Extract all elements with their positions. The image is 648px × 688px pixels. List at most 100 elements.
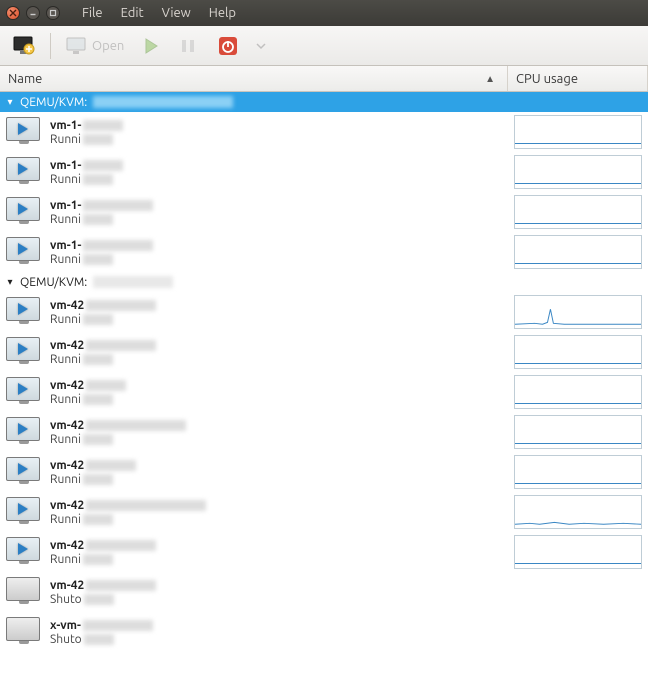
vm-row[interactable]: vm-42 Runni — [0, 372, 648, 412]
vm-name: vm-42 — [50, 339, 84, 352]
cpu-sparkline — [514, 375, 642, 409]
vm-status-icon — [6, 617, 42, 647]
vm-row[interactable]: vm-42 Runni — [0, 452, 648, 492]
vm-row[interactable]: x-vm- Shuto — [0, 612, 648, 652]
expander-icon[interactable]: ▾ — [4, 96, 16, 108]
redacted-text — [83, 174, 113, 185]
vm-tree[interactable]: ▾ QEMU/KVM: vm-1- Runni — [0, 92, 648, 688]
connection-row[interactable]: ▾ QEMU/KVM: — [0, 272, 648, 292]
menu-file[interactable]: File — [74, 4, 111, 22]
vm-row[interactable]: vm-42 Runni — [0, 532, 648, 572]
column-header-name[interactable]: Name ▲ — [0, 66, 508, 91]
close-window-button[interactable] — [6, 6, 20, 20]
minimize-window-button[interactable] — [26, 6, 40, 20]
vm-state: Runni — [50, 473, 81, 486]
window-buttons — [6, 6, 60, 20]
vm-row[interactable]: vm-42 Runni — [0, 492, 648, 532]
vm-status-icon — [6, 337, 42, 367]
open-button[interactable]: Open — [59, 31, 131, 61]
play-icon — [142, 37, 160, 55]
redacted-text — [83, 620, 153, 631]
vm-state: Runni — [50, 553, 81, 566]
redacted-text — [83, 160, 123, 171]
redacted-text — [86, 420, 186, 431]
cpu-sparkline — [514, 295, 642, 329]
pause-button[interactable] — [173, 31, 207, 61]
redacted-text — [83, 434, 113, 445]
expander-icon[interactable]: ▾ — [4, 276, 16, 288]
cpu-sparkline — [514, 335, 642, 369]
redacted-text — [83, 254, 113, 265]
menu-view[interactable]: View — [154, 4, 199, 22]
vm-row[interactable]: vm-42 Shuto — [0, 572, 648, 612]
column-header-name-label: Name — [8, 72, 42, 86]
vm-row[interactable]: vm-1- Runni — [0, 232, 648, 272]
vm-name: vm-1- — [50, 199, 81, 212]
vm-state: Runni — [50, 173, 81, 186]
run-button[interactable] — [135, 31, 169, 61]
monitor-new-icon — [13, 36, 35, 56]
vm-row[interactable]: vm-42 Runni — [0, 292, 648, 332]
vm-state: Runni — [50, 213, 81, 226]
redacted-text — [86, 580, 156, 591]
column-header-cpu[interactable]: CPU usage — [508, 66, 648, 91]
vm-name: vm-42 — [50, 419, 84, 432]
vm-status-icon — [6, 297, 42, 327]
vm-text: vm-42 Runni — [50, 339, 514, 366]
redacted-text — [83, 134, 113, 145]
vm-state: Shuto — [50, 633, 82, 646]
vm-row[interactable]: vm-1- Runni — [0, 112, 648, 152]
maximize-window-button[interactable] — [46, 6, 60, 20]
redacted-text — [83, 200, 153, 211]
redacted-text — [83, 240, 153, 251]
vm-text: vm-1- Runni — [50, 119, 514, 146]
menu-edit[interactable]: Edit — [113, 4, 152, 22]
redacted-text — [86, 500, 206, 511]
vm-state: Shuto — [50, 593, 82, 606]
cpu-sparkline — [514, 155, 642, 189]
vm-state: Runni — [50, 393, 81, 406]
vm-text: vm-42 Shuto — [50, 579, 514, 606]
redacted-text — [93, 276, 173, 288]
vm-name: vm-1- — [50, 239, 81, 252]
menubar: File Edit View Help — [74, 4, 244, 22]
redacted-text — [84, 634, 114, 645]
connection-row[interactable]: ▾ QEMU/KVM: — [0, 92, 648, 112]
vm-text: x-vm- Shuto — [50, 619, 514, 646]
power-icon — [218, 36, 238, 56]
vm-status-icon — [6, 417, 42, 447]
vm-name: vm-42 — [50, 379, 84, 392]
menu-help[interactable]: Help — [201, 4, 244, 22]
vm-name: vm-1- — [50, 119, 81, 132]
redacted-text — [83, 394, 113, 405]
shutdown-menu-button[interactable] — [249, 31, 283, 61]
open-button-label: Open — [92, 39, 124, 53]
pause-icon — [180, 38, 196, 54]
vm-state: Runni — [50, 433, 81, 446]
redacted-text — [86, 460, 136, 471]
chevron-down-icon — [256, 41, 266, 51]
vm-row[interactable]: vm-1- Runni — [0, 192, 648, 232]
cpu-sparkline — [514, 235, 642, 269]
vm-row[interactable]: vm-1- Runni — [0, 152, 648, 192]
vm-row[interactable]: vm-42 Runni — [0, 412, 648, 452]
vm-state: Runni — [50, 253, 81, 266]
vm-row[interactable]: vm-42 Runni — [0, 332, 648, 372]
redacted-text — [86, 540, 156, 551]
cpu-sparkline — [514, 495, 642, 529]
sort-ascending-icon: ▲ — [485, 73, 495, 85]
vm-status-icon — [6, 577, 42, 607]
vm-text: vm-42 Runni — [50, 299, 514, 326]
column-header-cpu-label: CPU usage — [516, 72, 578, 86]
new-vm-button[interactable] — [6, 31, 42, 61]
redacted-text — [83, 314, 113, 325]
vm-name: vm-42 — [50, 299, 84, 312]
toolbar: Open — [0, 26, 648, 66]
vm-text: vm-42 Runni — [50, 459, 514, 486]
cpu-sparkline — [514, 195, 642, 229]
connection-label: QEMU/KVM: — [20, 96, 87, 109]
redacted-text — [86, 300, 156, 311]
monitor-icon — [66, 37, 88, 55]
cpu-sparkline — [514, 455, 642, 489]
shutdown-button[interactable] — [211, 31, 245, 61]
